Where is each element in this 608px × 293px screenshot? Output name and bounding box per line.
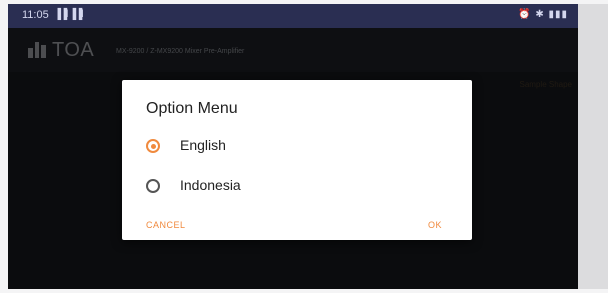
- status-bar: 11:05 ▐▐l ▐▐l ⏰ ✱ ▮▮▮: [8, 4, 578, 28]
- option-label: English: [180, 137, 226, 153]
- option-english[interactable]: English: [142, 133, 442, 161]
- side-margin: [578, 4, 608, 289]
- device-screen: 11:05 ▐▐l ▐▐l ⏰ ✱ ▮▮▮ TOA MX-9200 / Z-MX…: [8, 4, 578, 289]
- status-time: 11:05: [22, 9, 49, 21]
- option-label: Indonesia: [180, 177, 241, 193]
- radio-unchecked-icon[interactable]: [146, 179, 160, 193]
- radio-checked-icon[interactable]: [146, 139, 160, 153]
- option-menu-dialog: Option Menu English Indonesia CANCEL OK: [122, 80, 472, 240]
- cancel-button[interactable]: CANCEL: [146, 220, 186, 230]
- status-icons: ⏰ ✱ ▮▮▮: [518, 9, 568, 20]
- dialog-title: Option Menu: [146, 100, 238, 117]
- ok-button[interactable]: OK: [428, 220, 442, 230]
- signal-icon: ▐▐l ▐▐l: [54, 9, 84, 20]
- option-indonesia[interactable]: Indonesia: [142, 173, 442, 201]
